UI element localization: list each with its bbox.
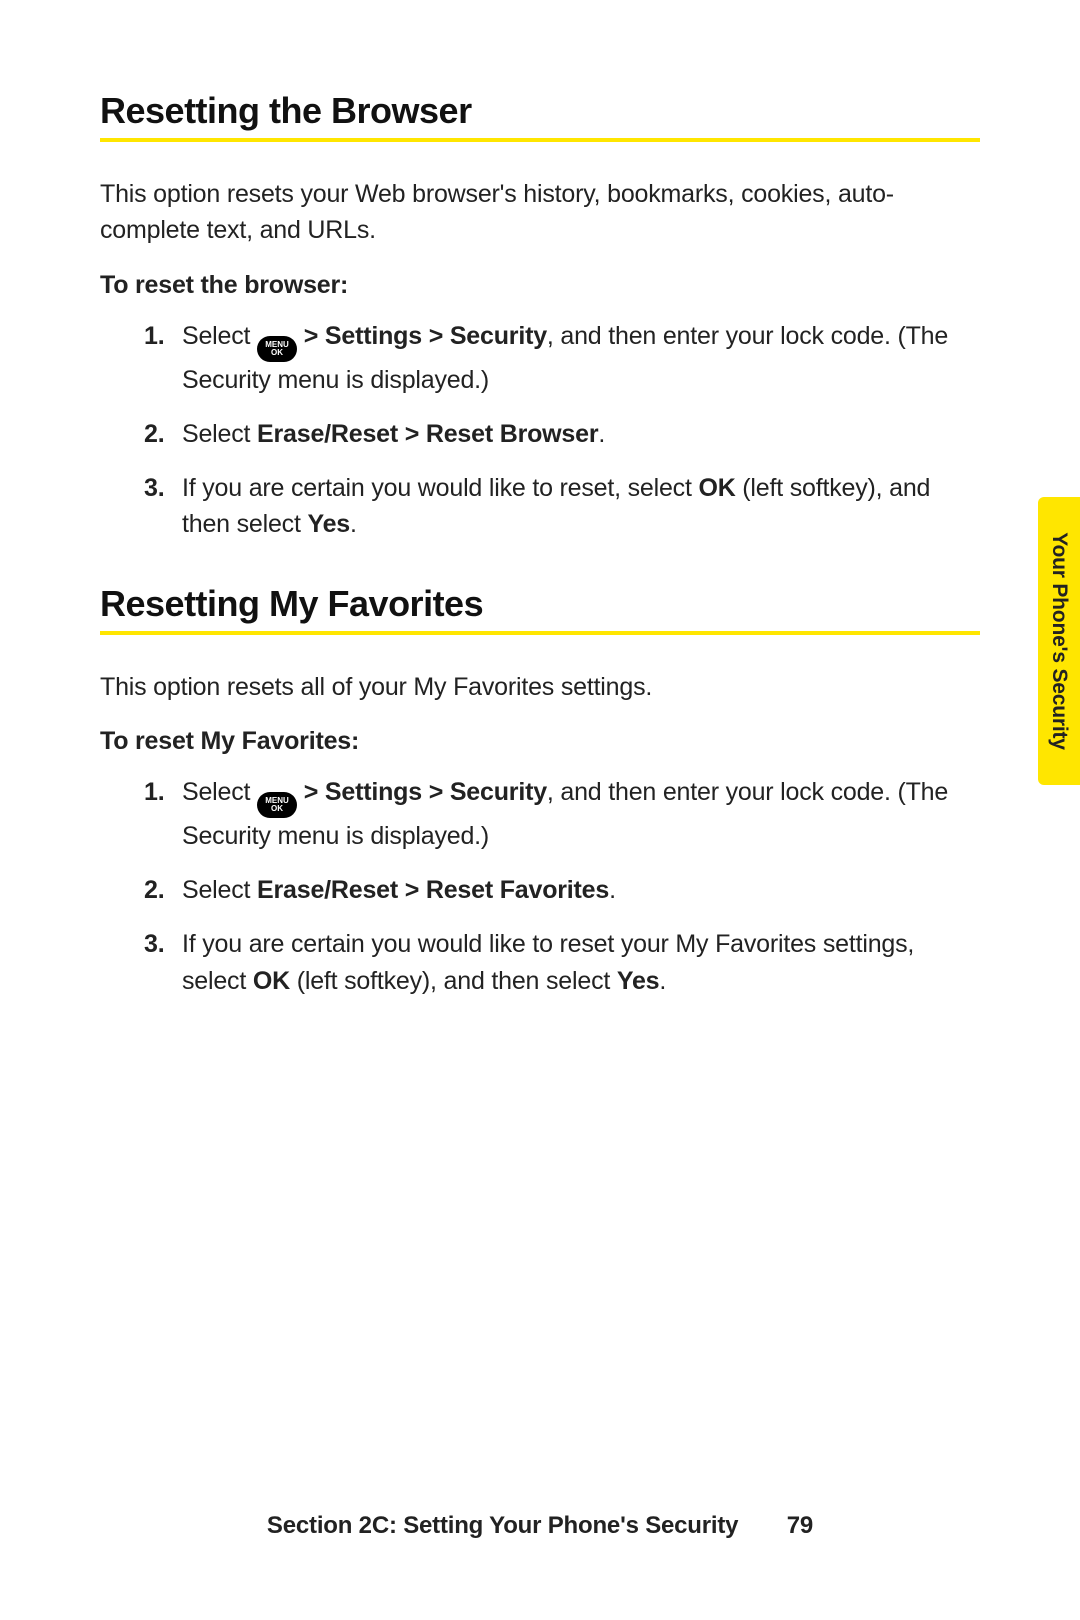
step-text-bold: Erase/Reset > Reset Browser	[257, 420, 598, 448]
step-number: 2.	[144, 416, 164, 452]
step-text-bold: Erase/Reset > Reset Favorites	[257, 876, 609, 904]
step-number: 3.	[144, 470, 164, 506]
intro-text: This option resets your Web browser's hi…	[100, 176, 980, 249]
step-item: 3. If you are certain you would like to …	[144, 926, 980, 999]
step-item: 2. Select Erase/Reset > Reset Browser.	[144, 416, 980, 452]
heading-resetting-favorites: Resetting My Favorites	[100, 583, 980, 635]
step-text-pre: Select	[182, 778, 257, 806]
page-number: 79	[787, 1512, 813, 1540]
section-resetting-browser: Resetting the Browser This option resets…	[100, 90, 980, 543]
menu-ok-icon: MENUOK	[257, 792, 297, 818]
step-text-bold: > Settings > Security	[297, 322, 547, 350]
step-text-bold: > Settings > Security	[297, 778, 547, 806]
step-number: 1.	[144, 774, 164, 810]
side-tab: Your Phone's Security	[1038, 497, 1080, 785]
step-text-pre: Select	[182, 876, 257, 904]
menu-ok-icon: MENUOK	[257, 336, 297, 362]
step-text-post: .	[659, 967, 666, 995]
subhead-text: To reset the browser:	[100, 271, 980, 300]
step-text-bold: Yes	[307, 510, 350, 538]
step-text-pre: Select	[182, 420, 257, 448]
step-number: 1.	[144, 318, 164, 354]
steps-list: 1. Select MENUOK > Settings > Security, …	[100, 318, 980, 543]
step-number: 3.	[144, 926, 164, 962]
side-tab-label: Your Phone's Security	[1047, 532, 1071, 749]
step-text-bold: OK	[698, 474, 735, 502]
heading-resetting-browser: Resetting the Browser	[100, 90, 980, 142]
intro-text: This option resets all of your My Favori…	[100, 669, 980, 705]
page-footer: Section 2C: Setting Your Phone's Securit…	[0, 1512, 1080, 1540]
page-content: Resetting the Browser This option resets…	[0, 0, 1080, 999]
step-number: 2.	[144, 872, 164, 908]
step-item: 3. If you are certain you would like to …	[144, 470, 980, 543]
step-text-post: .	[350, 510, 357, 538]
step-text-pre: If you are certain you would like to res…	[182, 474, 698, 502]
step-text-mid: .	[598, 420, 605, 448]
step-text-bold: Yes	[617, 967, 660, 995]
section-resetting-favorites: Resetting My Favorites This option reset…	[100, 583, 980, 999]
footer-section-title: Section 2C: Setting Your Phone's Securit…	[267, 1512, 738, 1539]
step-item: 1. Select MENUOK > Settings > Security, …	[144, 774, 980, 854]
step-text-bold: OK	[253, 967, 290, 995]
step-text-mid: (left softkey), and then select	[290, 967, 617, 995]
step-text-mid: .	[609, 876, 616, 904]
subhead-text: To reset My Favorites:	[100, 727, 980, 756]
step-text-pre: Select	[182, 322, 257, 350]
step-item: 2. Select Erase/Reset > Reset Favorites.	[144, 872, 980, 908]
steps-list: 1. Select MENUOK > Settings > Security, …	[100, 774, 980, 999]
step-item: 1. Select MENUOK > Settings > Security, …	[144, 318, 980, 398]
